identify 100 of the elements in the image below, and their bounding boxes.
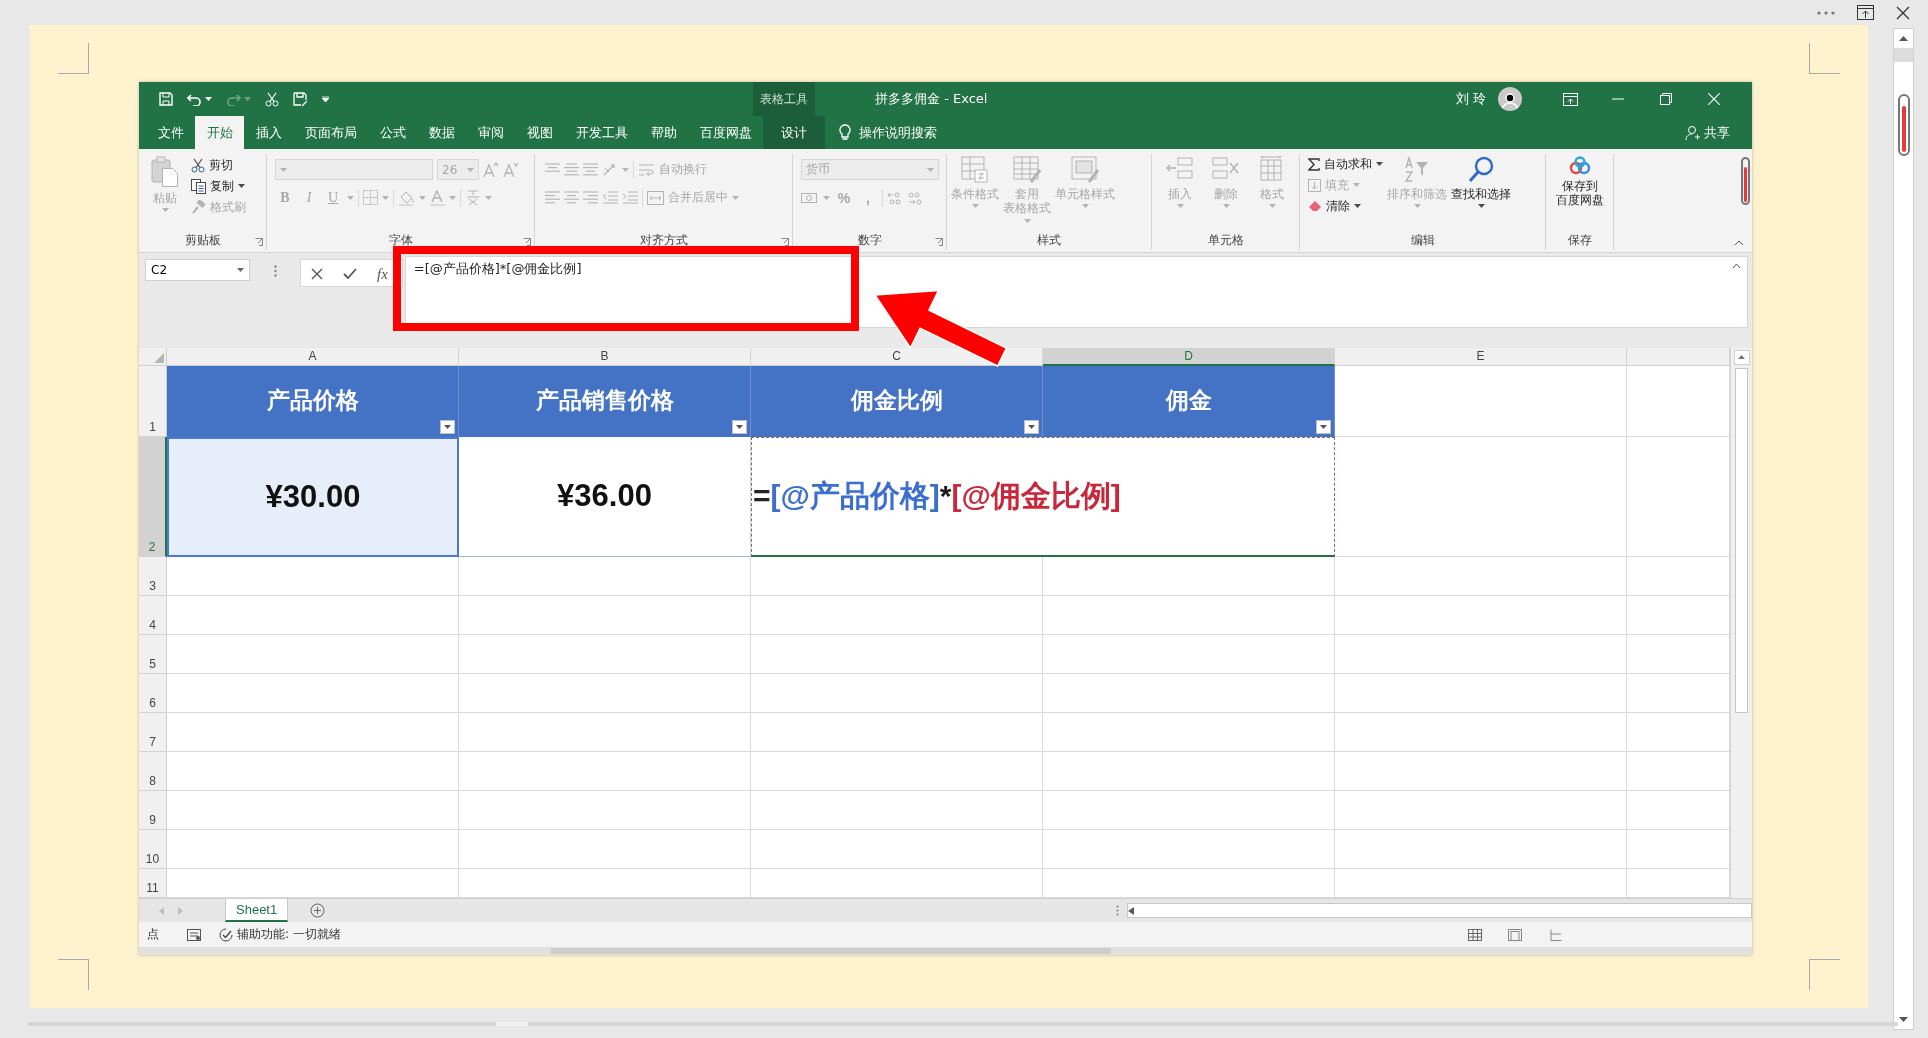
ribbon-tab[interactable]: 视图 [515, 116, 564, 149]
empty-cell[interactable] [1627, 712, 1730, 752]
dialog-launcher-icon[interactable] [255, 238, 263, 247]
empty-cell[interactable] [1335, 712, 1627, 752]
align-middle-icon[interactable] [564, 163, 579, 177]
empty-cell[interactable] [1627, 595, 1730, 635]
row-header[interactable]: 6 [139, 673, 167, 713]
filter-dropdown-button[interactable] [440, 419, 455, 434]
empty-cell[interactable] [459, 634, 751, 674]
empty-cell[interactable] [1043, 712, 1335, 752]
insert-function-button[interactable]: fx [377, 268, 388, 281]
align-bottom-icon[interactable] [583, 163, 598, 177]
empty-cell[interactable] [1627, 790, 1730, 830]
ribbon-display-options-icon[interactable] [1562, 92, 1578, 106]
ribbon-tab[interactable]: 插入 [244, 116, 293, 149]
row-header[interactable]: 7 [139, 712, 167, 752]
empty-cell[interactable] [459, 673, 751, 713]
scrollbar[interactable] [139, 947, 1752, 955]
formula-input[interactable]: =[@产品价格]*[@佣金比例] [404, 256, 1748, 329]
empty-cell[interactable] [1043, 829, 1335, 869]
ribbon-tab[interactable]: 页面布局 [293, 116, 368, 149]
filter-dropdown-button[interactable] [732, 419, 747, 434]
phonetic-guide-icon[interactable] [465, 189, 481, 207]
empty-cell[interactable] [459, 790, 751, 830]
accessibility-status[interactable]: 辅助功能: 一切就绪 [237, 926, 341, 943]
sheet-tab[interactable]: Sheet1 [225, 899, 289, 922]
page-layout-view-icon[interactable] [1508, 928, 1522, 941]
dialog-launcher-icon[interactable] [523, 238, 531, 247]
font-size-decrease-icon[interactable] [503, 161, 519, 178]
close-icon[interactable] [1896, 5, 1910, 20]
autosum-button[interactable]: 自动求和 [1308, 153, 1383, 175]
scroll-left-icon[interactable] [159, 906, 164, 915]
font-color-icon[interactable] [430, 189, 445, 206]
scrollbar-thumb[interactable] [1897, 94, 1910, 156]
select-all-icon[interactable] [154, 352, 164, 363]
dialog-launcher-icon[interactable] [781, 238, 789, 247]
more-icon[interactable] [1817, 10, 1835, 15]
cancel-icon[interactable] [311, 268, 323, 281]
empty-cell[interactable] [1627, 436, 1730, 557]
align-right-icon[interactable] [583, 191, 598, 205]
copy-button[interactable]: 复制 [191, 175, 246, 197]
decrease-indent-icon[interactable] [602, 191, 618, 205]
ribbon-tab[interactable]: 开发工具 [564, 116, 639, 149]
name-box[interactable]: C2 [145, 259, 250, 282]
currency-icon[interactable] [801, 190, 819, 205]
avatar-icon[interactable] [1498, 87, 1522, 112]
empty-cell[interactable] [1627, 673, 1730, 713]
cut-button[interactable]: 剪切 [191, 154, 246, 176]
empty-cell[interactable] [459, 595, 751, 635]
empty-cell[interactable] [751, 751, 1043, 791]
empty-cell[interactable] [1335, 751, 1627, 791]
empty-cell[interactable] [1335, 595, 1627, 635]
row-header[interactable]: 11 [139, 868, 167, 899]
empty-cell[interactable] [1627, 556, 1730, 596]
empty-cell[interactable] [751, 790, 1043, 830]
ribbon-tab[interactable]: 帮助 [639, 116, 688, 149]
increase-decimal-icon[interactable] [887, 190, 903, 205]
row-header[interactable]: 3 [139, 556, 167, 596]
clear-button[interactable]: 清除 [1308, 195, 1383, 217]
empty-cell[interactable] [459, 556, 751, 596]
share-button[interactable]: 共享 [1685, 116, 1730, 149]
ribbon-tab[interactable]: 百度网盘 [688, 116, 763, 149]
ribbon-tab[interactable]: 开始 [195, 116, 244, 149]
save-icon[interactable] [159, 92, 173, 107]
check-icon[interactable] [343, 268, 357, 281]
empty-cell[interactable] [1043, 595, 1335, 635]
empty-cell[interactable] [1627, 829, 1730, 869]
redo-icon[interactable] [226, 92, 241, 106]
empty-cell[interactable] [1335, 673, 1627, 713]
normal-view-icon[interactable] [1468, 928, 1482, 941]
collapse-formula-bar-icon[interactable] [1732, 263, 1741, 270]
find-select-button[interactable]: 查找和选择 [1451, 153, 1511, 231]
empty-cell[interactable] [1335, 436, 1627, 557]
scissors-icon[interactable] [265, 91, 279, 107]
restore-icon[interactable] [1660, 93, 1672, 106]
save-to-cloud-button[interactable]: 保存到 百度网盘 [1550, 153, 1609, 231]
font-size-increase-icon[interactable] [483, 161, 499, 178]
empty-cell[interactable] [1335, 556, 1627, 596]
align-left-icon[interactable] [545, 191, 560, 205]
empty-cell[interactable] [1043, 751, 1335, 791]
empty-cell[interactable] [1043, 556, 1335, 596]
empty-cell[interactable] [1335, 829, 1627, 869]
vertical-scrollbar[interactable] [1730, 347, 1752, 899]
empty-cell[interactable] [1043, 673, 1335, 713]
empty-cell[interactable] [1627, 751, 1730, 791]
search-field[interactable]: 操作说明搜索 [859, 123, 937, 142]
customize-caret-icon[interactable] [322, 96, 329, 103]
filter-dropdown-button[interactable] [1024, 419, 1039, 434]
empty-cell[interactable] [1627, 365, 1730, 437]
orientation-icon[interactable] [602, 162, 618, 177]
empty-cell[interactable] [1627, 634, 1730, 674]
empty-cell[interactable] [459, 751, 751, 791]
row-header[interactable]: 4 [139, 595, 167, 635]
row-header[interactable]: 9 [139, 790, 167, 830]
empty-cell[interactable] [459, 712, 751, 752]
empty-cell[interactable] [751, 712, 1043, 752]
ribbon-tab[interactable]: 数据 [417, 116, 466, 149]
cell-formula-editor[interactable]: =[@产品价格]*[@佣金比例] [751, 436, 1335, 557]
ribbon-tab[interactable]: 设计 [763, 116, 825, 149]
row-header[interactable]: 10 [139, 829, 167, 869]
